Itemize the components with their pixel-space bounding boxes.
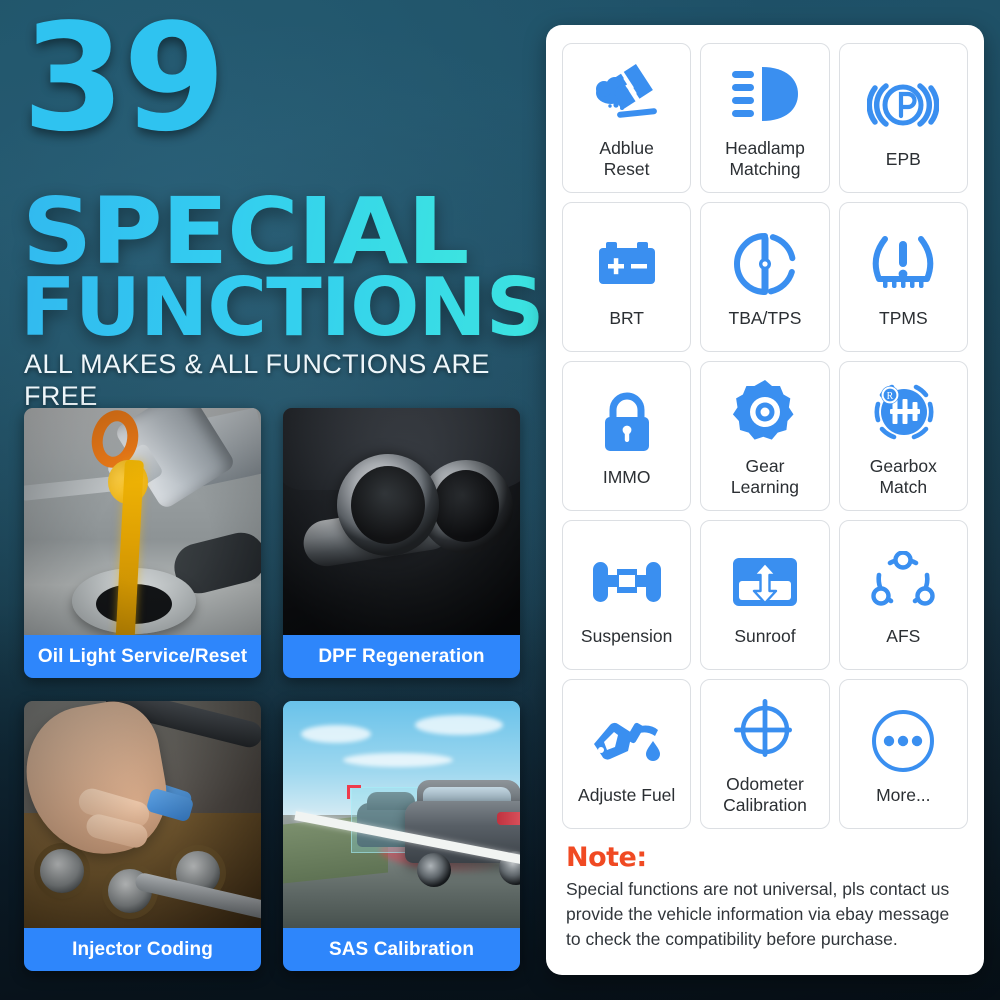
function-card-gearbox-match[interactable]: R Gearbox Match [838, 361, 968, 511]
gear-cog-icon [731, 374, 799, 450]
function-label: Gearbox Match [869, 456, 937, 497]
function-label: TPMS [879, 307, 928, 328]
function-icon-grid: Adblue Reset Headlamp Matching EPB BRT T… [562, 43, 968, 829]
crosshair-target-icon [731, 692, 799, 768]
ellipsis-circle-icon [870, 703, 936, 779]
suv-road-photo [283, 701, 520, 928]
feature-photo-row: Injector Coding SAS Calibration [24, 701, 520, 971]
function-label: Odometer Calibration [723, 774, 807, 815]
function-label: Adjuste Fuel [578, 784, 676, 805]
function-card-epb[interactable]: EPB [838, 43, 968, 193]
three-nodes-circle-icon [870, 544, 936, 620]
function-card-odometer-calibration[interactable]: Odometer Calibration [700, 679, 830, 829]
axle-wheels-icon [589, 544, 665, 620]
function-card-tpms[interactable]: TPMS [838, 202, 968, 352]
function-card-afs[interactable]: AFS [838, 520, 968, 670]
function-card-suspension[interactable]: Suspension [562, 520, 692, 670]
note-section: Note: Special functions are not universa… [562, 829, 968, 952]
special-functions-panel: Adblue Reset Headlamp Matching EPB BRT T… [546, 25, 984, 975]
function-card-immo[interactable]: IMMO [562, 361, 692, 511]
feature-card-label: Injector Coding [24, 928, 261, 971]
adblue-cloud-filter-icon [591, 56, 663, 132]
tire-pressure-warning-icon [868, 226, 938, 302]
function-card-gear-learning[interactable]: Gear Learning [700, 361, 830, 511]
battery-icon [594, 226, 660, 302]
function-label: Suspension [580, 625, 673, 646]
function-label: Sunroof [734, 625, 796, 646]
feature-card-sas-calibration[interactable]: SAS Calibration [283, 701, 520, 971]
function-label: BRT [609, 307, 644, 328]
svg-text:R: R [887, 391, 894, 402]
throttle-body-icon [732, 226, 798, 302]
function-label: IMMO [602, 466, 651, 487]
oil-pour-photo [24, 408, 261, 635]
sunroof-arrows-icon [730, 544, 800, 620]
note-title: Note: [566, 842, 647, 873]
function-label: EPB [885, 148, 921, 169]
headlamp-beam-icon [728, 56, 802, 132]
function-card-adblue-reset[interactable]: Adblue Reset [562, 43, 692, 193]
function-label: Adblue Reset [599, 138, 654, 179]
note-body: Special functions are not universal, pls… [566, 879, 950, 949]
function-card-sunroof[interactable]: Sunroof [700, 520, 830, 670]
fuel-nozzle-drop-icon [588, 703, 666, 779]
function-card-headlamp-matching[interactable]: Headlamp Matching [700, 43, 830, 193]
electronic-parking-brake-icon [867, 67, 940, 143]
headline-functions: FUNCTIONS [20, 261, 544, 354]
function-card-adjuste-fuel[interactable]: Adjuste Fuel [562, 679, 692, 829]
feature-card-label: SAS Calibration [283, 928, 520, 971]
feature-photo-row: Oil Light Service/Reset DPF Regeneration [24, 408, 520, 678]
function-count-headline: 39 [22, 0, 226, 164]
exhaust-pipes-photo [283, 408, 520, 635]
function-label: AFS [886, 625, 921, 646]
feature-card-dpf-regeneration[interactable]: DPF Regeneration [283, 408, 520, 678]
padlock-icon [598, 385, 656, 461]
feature-card-label: Oil Light Service/Reset [24, 635, 261, 678]
feature-photo-grid: Oil Light Service/Reset DPF Regeneration [24, 408, 520, 994]
feature-card-oil-light-service[interactable]: Oil Light Service/Reset [24, 408, 261, 678]
hero-section: 39 SPECIAL FUNCTIONS ALL MAKES & ALL FUN… [0, 0, 544, 1000]
feature-card-label: DPF Regeneration [283, 635, 520, 678]
function-card-tba-tps[interactable]: TBA/TPS [700, 202, 830, 352]
headline-subtitle: ALL MAKES & ALL FUNCTIONS ARE FREE [24, 349, 490, 411]
function-label: More... [876, 784, 931, 805]
injector-hand-photo [24, 701, 261, 928]
function-label: Gear Learning [730, 456, 800, 497]
function-label: Headlamp Matching [725, 138, 805, 179]
function-card-brt[interactable]: BRT [562, 202, 692, 352]
gearbox-shift-pattern-icon: R [868, 374, 938, 450]
function-card-more[interactable]: More... [838, 679, 968, 829]
function-label: TBA/TPS [728, 307, 802, 328]
feature-card-injector-coding[interactable]: Injector Coding [24, 701, 261, 971]
